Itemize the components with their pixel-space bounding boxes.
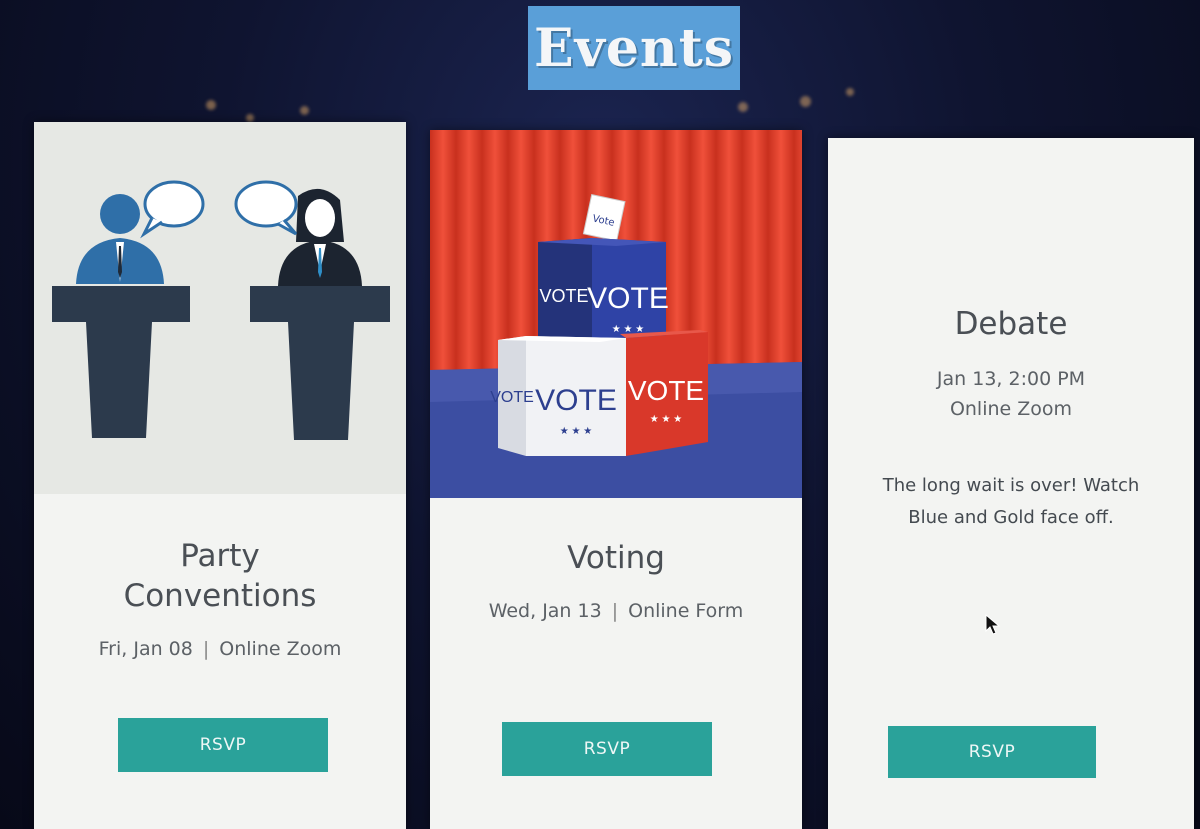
svg-text:VOTE: VOTE <box>587 282 669 315</box>
mouse-pointer-icon <box>985 614 1001 635</box>
debate-podiums-icon <box>52 180 390 440</box>
bokeh-light <box>206 100 216 110</box>
event-title-line1: Party <box>180 538 260 574</box>
event-title: Debate <box>954 306 1068 342</box>
page-title-text: Events <box>533 17 735 79</box>
event-title-line2: Conventions <box>123 578 317 614</box>
events-page: Events Party Conventions Fri, Jan 08 | O… <box>0 0 1200 829</box>
event-card-voting: Vote VOTE VOTE ★ ★ ★ VOTE VOTE ★ ★ ★ VOT… <box>430 130 802 829</box>
event-datetime: Jan 13, 2:00 PM <box>936 368 1086 390</box>
event-image-podiums <box>34 122 406 494</box>
svg-text:VOTE: VOTE <box>628 375 704 406</box>
svg-text:VOTE: VOTE <box>535 384 617 417</box>
event-date: Wed, Jan 13 <box>488 600 602 622</box>
event-location: Online Zoom <box>219 638 342 660</box>
meta-separator: | <box>202 638 210 660</box>
rsvp-button[interactable]: RSVP <box>118 718 328 772</box>
event-location: Online Zoom <box>949 398 1073 420</box>
svg-text:VOTE: VOTE <box>490 389 534 406</box>
page-title: Events <box>528 6 740 90</box>
event-location: Online Form <box>628 600 744 622</box>
event-card-party-conventions: Party Conventions Fri, Jan 08 | Online Zoo… <box>34 122 406 829</box>
event-description: The long wait is over! Watch Blue and Go… <box>882 475 1140 528</box>
event-date: Fri, Jan 08 <box>98 638 193 660</box>
bokeh-light <box>846 88 854 96</box>
bokeh-light <box>300 106 309 115</box>
svg-text:★ ★ ★: ★ ★ ★ <box>650 414 682 425</box>
event-image-ballot-boxes: Vote VOTE VOTE ★ ★ ★ VOTE VOTE ★ ★ ★ VOT… <box>430 130 802 498</box>
svg-text:★ ★ ★: ★ ★ ★ <box>560 426 592 437</box>
bokeh-light <box>246 114 254 122</box>
rsvp-button[interactable]: RSVP <box>888 726 1096 778</box>
event-title: Voting <box>567 540 665 576</box>
rsvp-button[interactable]: RSVP <box>502 722 712 776</box>
bokeh-light <box>800 96 811 107</box>
event-meta: Fri, Jan 08 | Online Zoom <box>34 634 406 664</box>
event-meta: Wed, Jan 13 | Online Form <box>430 596 802 626</box>
event-title: Party Conventions <box>34 536 406 616</box>
meta-separator: | <box>611 600 619 622</box>
bokeh-light <box>738 102 748 112</box>
event-card-debate: Debate Jan 13, 2:00 PM Online Zoom The l… <box>828 138 1194 829</box>
svg-text:VOTE: VOTE <box>539 286 588 306</box>
ballot-boxes-icon: Vote VOTE VOTE ★ ★ ★ VOTE VOTE ★ ★ ★ VOT… <box>430 130 802 498</box>
